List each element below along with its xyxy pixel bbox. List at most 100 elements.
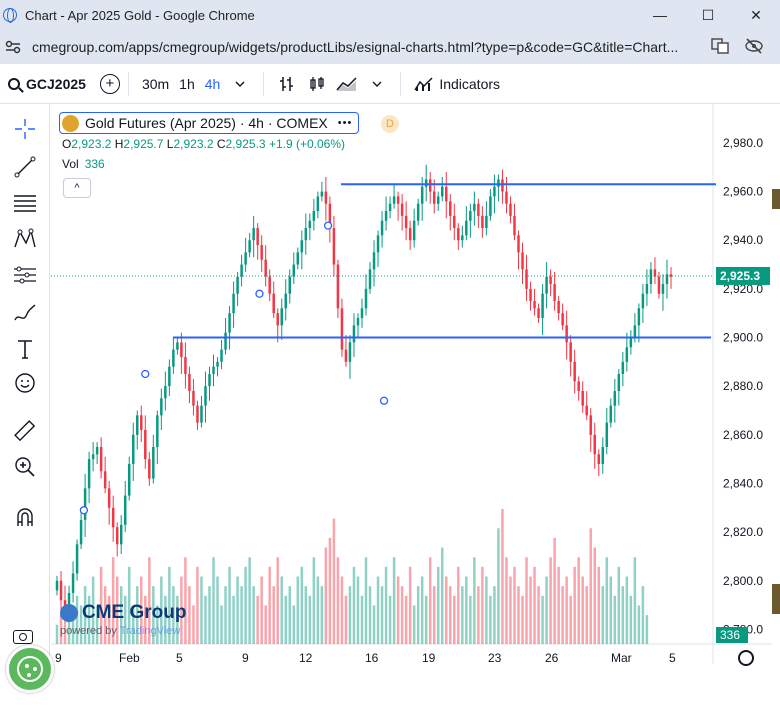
candle-body	[196, 405, 199, 423]
volume-bar	[284, 595, 287, 644]
indicators-button[interactable]: Indicators	[439, 76, 500, 92]
candle-body	[380, 220, 384, 236]
symbol-legend[interactable]: Gold Futures (Apr 2025) · 4h · COMEX •••	[59, 112, 360, 134]
candle-body	[597, 454, 601, 464]
toolbar-divider	[263, 71, 265, 96]
candle-body	[441, 186, 444, 197]
trend-line-icon[interactable]	[12, 154, 38, 180]
volume-bar	[220, 605, 223, 644]
indicators-icon[interactable]	[413, 73, 435, 95]
price-tick-label: 2,840.0	[723, 476, 763, 490]
volume-bar	[501, 509, 504, 644]
volume-bar	[585, 586, 588, 644]
open-value: 2,923.2	[71, 137, 112, 151]
candle-body	[140, 415, 143, 430]
timeframe-30m[interactable]: 30m	[142, 76, 169, 92]
zoom-in-icon[interactable]	[12, 454, 38, 480]
candle-body	[55, 580, 59, 591]
compare-symbol-button[interactable]: +	[99, 73, 120, 94]
delayed-badge[interactable]: D	[381, 115, 399, 133]
address-bar[interactable]: cmegroup.com/apps/cmegroup/widgets/produ…	[0, 30, 780, 64]
candle-body	[244, 252, 247, 265]
candles-icon[interactable]	[306, 73, 328, 95]
volume-bar	[613, 595, 617, 644]
close-button[interactable]: ✕	[732, 0, 780, 30]
price-tick-label: 2,860.0	[723, 428, 763, 442]
volume-bar	[404, 595, 408, 644]
candle-body	[119, 524, 123, 545]
candle-body	[557, 301, 560, 314]
gear-icon[interactable]	[738, 650, 754, 666]
pattern-icon[interactable]	[12, 226, 38, 252]
volume-bar	[316, 576, 320, 644]
volume-bar	[388, 595, 392, 644]
volume-bar	[565, 576, 568, 644]
volume-bar	[216, 576, 219, 644]
bar-chart-icon[interactable]	[276, 73, 298, 95]
collapse-legend-button[interactable]: ^	[63, 178, 91, 198]
magnet-icon[interactable]	[12, 504, 38, 530]
chevron-down-icon[interactable]	[229, 73, 251, 95]
volume-bar	[268, 566, 271, 644]
minimize-button[interactable]: —	[636, 0, 684, 30]
search-icon	[8, 77, 20, 90]
candle-body	[204, 386, 207, 406]
volume-bar	[224, 586, 227, 644]
volume-bar	[364, 557, 368, 644]
volume-bar	[513, 566, 516, 644]
tune-icon[interactable]	[4, 38, 22, 56]
tradingview-link[interactable]: TradingView	[120, 625, 181, 637]
price-chart[interactable]: 2,980.02,960.02,940.02,920.02,900.02,880…	[51, 104, 772, 664]
brush-icon[interactable]	[12, 300, 38, 326]
volume-bar	[324, 547, 328, 644]
close-value: 2,925.3	[225, 137, 266, 151]
volume-bar	[356, 576, 360, 644]
candle-body	[224, 332, 227, 350]
maximize-button[interactable]: ☐	[684, 0, 732, 30]
toolbar-divider	[400, 71, 402, 96]
background-page-strip	[772, 104, 780, 664]
translate-icon[interactable]	[710, 38, 730, 56]
candle-body	[605, 422, 609, 447]
candle-body	[172, 349, 175, 367]
volume-bar	[601, 586, 605, 644]
time-tick-label: Mar	[611, 651, 632, 664]
ruler-icon[interactable]	[12, 418, 38, 444]
volume-bar	[188, 586, 191, 644]
volume-bar	[228, 566, 231, 644]
camera-icon[interactable]	[13, 630, 33, 644]
candle-body	[493, 186, 496, 197]
prediction-icon[interactable]	[12, 262, 38, 288]
candle-body	[408, 228, 412, 241]
area-chart-icon[interactable]	[336, 73, 358, 95]
url-text[interactable]: cmegroup.com/apps/cmegroup/widgets/produ…	[32, 39, 712, 55]
price-tick-label: 2,880.0	[723, 379, 763, 393]
volume-bar	[521, 595, 524, 644]
emoji-icon[interactable]	[12, 370, 38, 396]
symbol-search[interactable]: GCJ2025	[8, 76, 86, 92]
timeframe-4h[interactable]: 4h	[205, 76, 221, 92]
more-options-button[interactable]: •••	[338, 117, 353, 129]
text-icon[interactable]	[12, 336, 38, 362]
candle-body	[208, 374, 211, 387]
volume-bar	[256, 595, 259, 644]
candle-body	[292, 264, 296, 277]
cookie-settings-button[interactable]	[6, 645, 54, 693]
volume-bar	[240, 586, 243, 644]
volume-bar	[236, 576, 239, 644]
candle-body	[601, 446, 605, 464]
candle-body	[176, 342, 179, 350]
candle-body	[356, 318, 360, 326]
candle-body	[107, 488, 111, 508]
volume-bar	[573, 566, 576, 644]
eye-off-icon[interactable]	[744, 38, 764, 56]
volume-bar	[332, 518, 336, 644]
chevron-down-icon[interactable]	[366, 73, 388, 95]
candle-body	[248, 240, 251, 253]
fib-icon[interactable]	[12, 190, 38, 216]
candle-body	[621, 361, 625, 374]
crosshair-icon[interactable]	[12, 116, 38, 142]
candle-body	[132, 434, 135, 464]
volume-bar	[196, 566, 199, 644]
timeframe-1h[interactable]: 1h	[179, 76, 195, 92]
